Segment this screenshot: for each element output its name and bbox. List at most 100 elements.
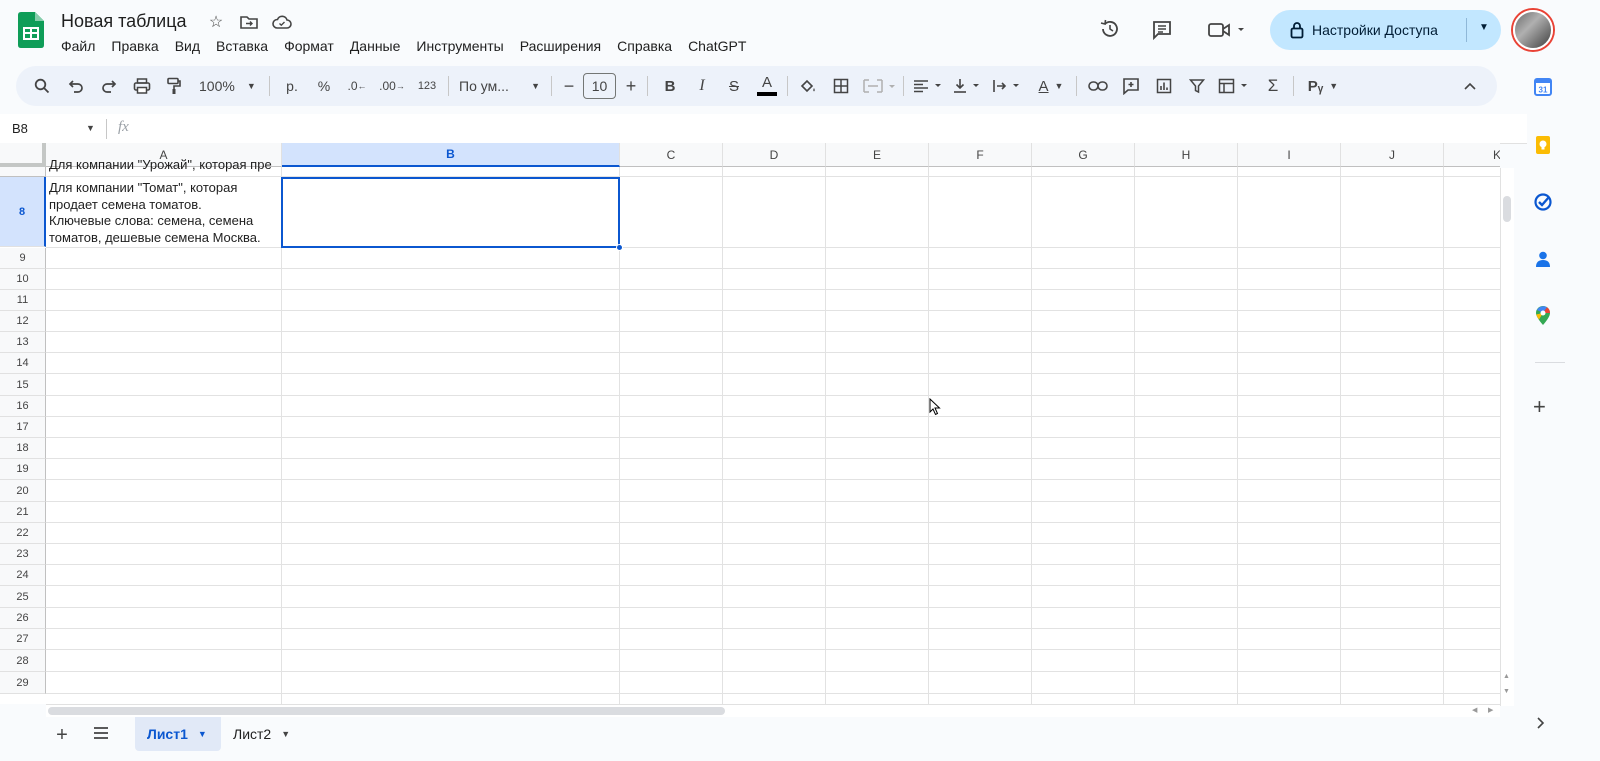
- column-header-j[interactable]: J: [1341, 143, 1444, 167]
- filter-icon[interactable]: [1183, 66, 1211, 106]
- row-header[interactable]: 24: [0, 565, 46, 586]
- row-header[interactable]: 12: [0, 311, 46, 332]
- row-header[interactable]: 21: [0, 502, 46, 523]
- menu-chatgpt[interactable]: ChatGPT: [688, 38, 754, 54]
- menu-view[interactable]: Вид: [175, 38, 208, 54]
- chevron-down-icon[interactable]: ▼: [281, 729, 290, 739]
- sheet-tab-active[interactable]: Лист1 ▼: [135, 717, 221, 751]
- scroll-down-arrow-icon[interactable]: ▼: [1503, 688, 1510, 695]
- select-all-corner[interactable]: [0, 143, 46, 167]
- meet-button[interactable]: [1205, 18, 1249, 42]
- row-header[interactable]: 16: [0, 396, 46, 417]
- undo-icon[interactable]: [62, 66, 90, 106]
- column-header-b[interactable]: B: [282, 143, 620, 167]
- scroll-left-arrow-icon[interactable]: ◀: [1472, 706, 1477, 714]
- column-header-i[interactable]: I: [1238, 143, 1341, 167]
- functions-icon[interactable]: Σ: [1259, 66, 1287, 106]
- share-button[interactable]: Настройки Доступа ▼: [1270, 10, 1501, 50]
- italic-button[interactable]: I: [688, 66, 716, 106]
- tasks-icon[interactable]: [1534, 193, 1552, 216]
- bold-button[interactable]: B: [656, 66, 684, 106]
- menu-tools[interactable]: Инструменты: [416, 38, 511, 54]
- row-header[interactable]: 18: [0, 438, 46, 459]
- horizontal-scroll-thumb[interactable]: [48, 707, 725, 715]
- move-folder-icon[interactable]: [237, 10, 261, 34]
- text-wrap-icon[interactable]: [991, 66, 1027, 106]
- collapse-toolbar-icon[interactable]: [1456, 66, 1484, 106]
- menu-data[interactable]: Данные: [350, 38, 409, 54]
- calendar-icon[interactable]: 31: [1534, 78, 1552, 101]
- formula-input[interactable]: [145, 121, 1495, 139]
- row-header[interactable]: 13: [0, 332, 46, 353]
- share-dropdown-icon[interactable]: ▼: [1479, 22, 1489, 33]
- row-header[interactable]: 26: [0, 608, 46, 629]
- menu-edit[interactable]: Правка: [111, 38, 166, 54]
- decrease-font-size-button[interactable]: −: [558, 66, 580, 106]
- contacts-icon[interactable]: [1534, 250, 1552, 273]
- column-header-d[interactable]: D: [723, 143, 826, 167]
- column-header-h[interactable]: H: [1135, 143, 1238, 167]
- maps-icon[interactable]: [1534, 306, 1552, 331]
- insert-chart-icon[interactable]: [1150, 66, 1178, 106]
- name-box[interactable]: B8: [12, 121, 28, 136]
- row-header-partial[interactable]: [0, 167, 46, 177]
- strikethrough-button[interactable]: S: [720, 66, 748, 106]
- row-header[interactable]: 28: [0, 650, 46, 672]
- row-header[interactable]: 27: [0, 629, 46, 650]
- vertical-scroll-thumb[interactable]: [1503, 196, 1511, 222]
- input-tools-icon[interactable]: Pᵧ ▼: [1301, 66, 1345, 106]
- more-formats-button[interactable]: 123: [412, 66, 442, 106]
- star-icon[interactable]: ☆: [204, 10, 228, 34]
- currency-format-button[interactable]: р.: [278, 66, 306, 106]
- menu-file[interactable]: Файл: [61, 38, 103, 54]
- row-header[interactable]: 9: [0, 248, 46, 269]
- row-header[interactable]: 19: [0, 459, 46, 480]
- insert-comment-icon[interactable]: [1117, 66, 1145, 106]
- increase-decimal-button[interactable]: .00 →: [376, 66, 408, 106]
- percent-format-button[interactable]: %: [310, 66, 338, 106]
- selected-cell-b8[interactable]: [281, 177, 620, 248]
- merge-cells-icon[interactable]: [860, 66, 900, 106]
- decrease-decimal-button[interactable]: .0 ←: [342, 66, 372, 106]
- cell-a8[interactable]: Для компании "Томат", которая продает се…: [49, 180, 281, 246]
- row-header[interactable]: 10: [0, 269, 46, 290]
- row-header[interactable]: 17: [0, 417, 46, 438]
- fill-color-icon[interactable]: [794, 66, 822, 106]
- document-title[interactable]: Новая таблица: [61, 11, 187, 32]
- vertical-align-icon[interactable]: [951, 66, 987, 106]
- filter-views-icon[interactable]: [1215, 66, 1255, 106]
- paint-format-icon[interactable]: [160, 66, 188, 106]
- row-header-8[interactable]: 8: [0, 177, 46, 247]
- menu-insert[interactable]: Вставка: [216, 38, 276, 54]
- text-rotation-icon[interactable]: A ▼: [1032, 66, 1070, 106]
- cloud-status-icon[interactable]: [270, 10, 294, 34]
- account-avatar[interactable]: [1513, 10, 1553, 50]
- row-header[interactable]: 22: [0, 523, 46, 544]
- borders-icon[interactable]: [827, 66, 855, 106]
- row-header[interactable]: 25: [0, 586, 46, 608]
- vertical-scrollbar[interactable]: ▲ ▼: [1500, 168, 1514, 706]
- column-header-c[interactable]: C: [620, 143, 723, 167]
- horizontal-scrollbar[interactable]: ◀ ▶: [46, 704, 1500, 717]
- sheet-tab[interactable]: Лист2 ▼: [221, 717, 307, 751]
- column-header-k[interactable]: K: [1444, 143, 1500, 167]
- add-addon-icon[interactable]: +: [1533, 394, 1546, 420]
- column-header-g[interactable]: G: [1032, 143, 1135, 167]
- row-header[interactable]: 20: [0, 480, 46, 502]
- expand-side-panel-icon[interactable]: [1537, 716, 1545, 734]
- zoom-select[interactable]: 100% ▼: [194, 66, 264, 106]
- all-sheets-icon[interactable]: [92, 726, 110, 745]
- column-header-f[interactable]: F: [929, 143, 1032, 167]
- increase-font-size-button[interactable]: +: [620, 66, 642, 106]
- print-icon[interactable]: [128, 66, 156, 106]
- row-header[interactable]: 11: [0, 290, 46, 311]
- scroll-right-arrow-icon[interactable]: ▶: [1488, 706, 1493, 714]
- comments-icon[interactable]: [1150, 18, 1174, 42]
- text-color-button[interactable]: A: [753, 66, 781, 106]
- insert-link-icon[interactable]: [1084, 66, 1112, 106]
- search-menus-icon[interactable]: [28, 66, 56, 106]
- row-header[interactable]: 29: [0, 672, 46, 694]
- font-select[interactable]: По ум... ▼: [456, 66, 546, 106]
- menu-extensions[interactable]: Расширения: [520, 38, 609, 54]
- row-header[interactable]: 23: [0, 544, 46, 565]
